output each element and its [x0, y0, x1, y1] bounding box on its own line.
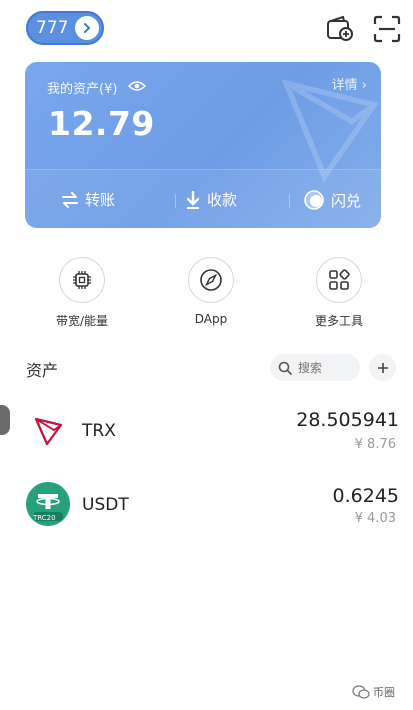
- tool-label: DApp: [194, 312, 228, 326]
- plus-icon: [377, 362, 388, 373]
- detail-link[interactable]: 详情 ›: [332, 74, 367, 93]
- token-row-trx[interactable]: TRX 28.505941 ¥ 8.76: [0, 396, 413, 466]
- divider: [289, 194, 290, 208]
- watermark-text: 币圈: [373, 686, 395, 699]
- bandwidth-energy-tool[interactable]: 带宽/能量: [42, 257, 122, 329]
- asset-search[interactable]: [270, 354, 360, 381]
- grid-icon: [329, 269, 350, 290]
- wallet-name: 777: [36, 18, 69, 38]
- compass-icon: [200, 269, 222, 291]
- token-fiat-value: ¥ 4.03: [354, 511, 396, 526]
- token-fiat-value: ¥ 8.76: [354, 437, 396, 452]
- dapp-tool[interactable]: DApp: [171, 257, 251, 326]
- tool-icon-circle: [188, 257, 234, 303]
- search-icon: [278, 361, 292, 375]
- chip-icon: [73, 271, 91, 289]
- scan-icon[interactable]: [372, 14, 402, 44]
- tool-icon-circle: [316, 257, 362, 303]
- token-amount: 0.6245: [332, 485, 399, 507]
- asset-summary-card: 我的资产(¥) 详情 › 12.79 转账 收款 闪兑: [25, 62, 381, 228]
- card-actions-bar: 转账 收款 闪兑: [25, 169, 381, 228]
- swap-label: 闪兑: [331, 191, 362, 210]
- transfer-label: 转账: [85, 191, 116, 209]
- swap-icon: [304, 190, 324, 210]
- watermark: 币圈: [352, 684, 395, 700]
- asset-card-title: 我的资产(¥): [47, 82, 118, 97]
- receive-button[interactable]: 收款: [185, 189, 237, 210]
- receive-label: 收款: [207, 191, 238, 209]
- transfer-button[interactable]: 转账: [61, 189, 115, 210]
- token-amount: 28.505941: [296, 409, 399, 431]
- assets-heading: 资产: [26, 361, 59, 380]
- swap-button[interactable]: 闪兑: [303, 189, 361, 211]
- transfer-icon: [62, 191, 78, 208]
- search-input[interactable]: [296, 359, 356, 376]
- wechat-logo-icon: [352, 685, 370, 699]
- receive-icon: [186, 190, 200, 209]
- divider: [175, 194, 176, 208]
- tool-label: 带宽/能量: [55, 314, 109, 328]
- chevron-right-icon: [75, 16, 99, 40]
- eye-icon[interactable]: [128, 80, 146, 92]
- token-symbol: USDT: [82, 495, 129, 515]
- total-balance: 12.79: [48, 104, 155, 143]
- token-symbol: TRX: [82, 421, 116, 441]
- tool-icon-circle: [59, 257, 105, 303]
- wallet-switcher[interactable]: 777: [26, 11, 104, 45]
- tool-label: 更多工具: [314, 314, 363, 328]
- add-wallet-icon[interactable]: [325, 14, 355, 44]
- tron-logo-icon: [34, 417, 63, 446]
- token-row-usdt[interactable]: TRC20 USDT 0.6245 ¥ 4.03: [0, 470, 413, 540]
- more-tools[interactable]: 更多工具: [299, 257, 379, 329]
- trc20-badge: TRC20: [33, 514, 56, 522]
- add-asset-button[interactable]: [369, 354, 396, 381]
